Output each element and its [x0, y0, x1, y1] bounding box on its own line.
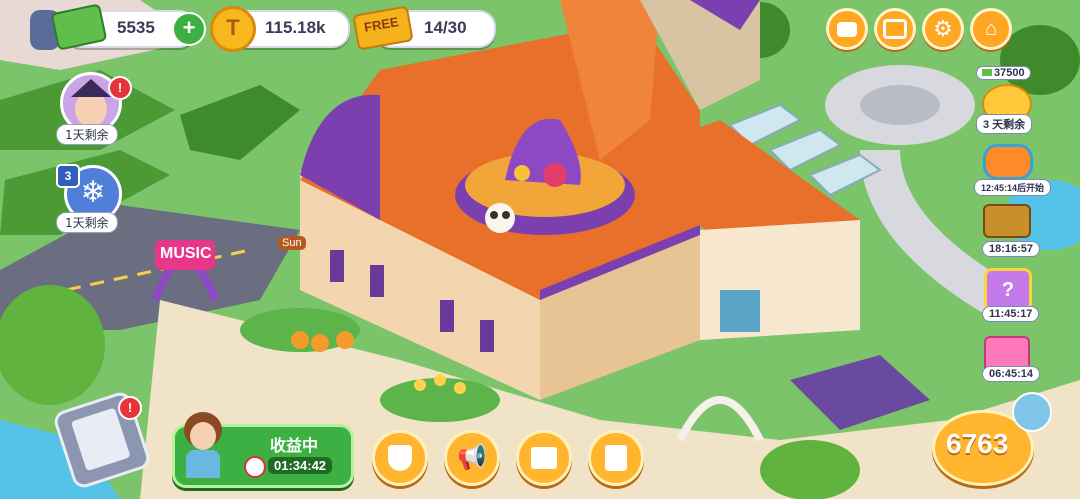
- announcement-button[interactable]: 📢: [444, 430, 500, 486]
- add-cash-button[interactable]: +: [172, 12, 206, 46]
- bird-character-icon: [1012, 392, 1052, 432]
- home-icon: ⌂: [984, 18, 998, 40]
- task-alert-badge: !: [118, 396, 142, 420]
- cash-small-icon: [982, 69, 992, 76]
- chest-event-button[interactable]: [978, 194, 1032, 248]
- settings-button[interactable]: ⚙: [922, 8, 964, 50]
- piggy-timer: 3 天剩余: [976, 114, 1033, 134]
- map-icon: [531, 447, 557, 469]
- music-sign-label: MUSIC: [160, 245, 212, 262]
- avatar-dress: [186, 450, 220, 478]
- sun-sign-label: Sun: [278, 236, 306, 250]
- map-button[interactable]: [516, 430, 572, 486]
- gear-icon: ⚙: [933, 16, 953, 41]
- shield-icon: [388, 445, 412, 471]
- earning-label: 收益中: [270, 436, 319, 455]
- snow-timer: 1天剩余: [56, 212, 118, 233]
- willow-tree: [0, 285, 105, 405]
- camera-button[interactable]: [874, 8, 916, 50]
- quiz-badge: ?: [1001, 279, 1015, 301]
- progress-value: 14/30: [424, 18, 467, 37]
- hammer-value: 115.18k: [265, 18, 326, 37]
- hammer-coin-icon: T: [210, 6, 256, 52]
- album-button[interactable]: [588, 430, 644, 486]
- chat-button[interactable]: [826, 8, 868, 50]
- witch-hat-icon: [71, 79, 111, 97]
- treasure-chest-icon: [983, 204, 1031, 238]
- witch-timer: 1天剩余: [56, 124, 118, 145]
- chat-icon: [837, 21, 857, 37]
- gift-timer: 06:45:14: [982, 366, 1041, 382]
- diving-goggles-icon: [983, 144, 1033, 180]
- earning-timer: 01:34:42: [268, 457, 333, 474]
- earner-avatar: [178, 410, 228, 480]
- home-button[interactable]: ⌂: [970, 8, 1012, 50]
- score-value: 6763: [946, 428, 1009, 459]
- megaphone-icon: 📢: [457, 444, 487, 471]
- snow-level-badge: 3: [56, 164, 80, 188]
- chest-timer: 18:16:57: [982, 241, 1041, 257]
- game-scene: MUSIC Sun: [0, 0, 1080, 499]
- witch-alert-badge: !: [108, 76, 132, 100]
- plus-icon: +: [182, 15, 196, 40]
- cash-value: 5535: [117, 18, 155, 37]
- quiz-timer: 11:45:17: [982, 306, 1040, 322]
- stopwatch-icon: [244, 456, 266, 478]
- friends-button[interactable]: [372, 430, 428, 486]
- camera-icon: [883, 19, 907, 39]
- book-icon: [605, 445, 627, 471]
- avatar-face: [190, 422, 216, 450]
